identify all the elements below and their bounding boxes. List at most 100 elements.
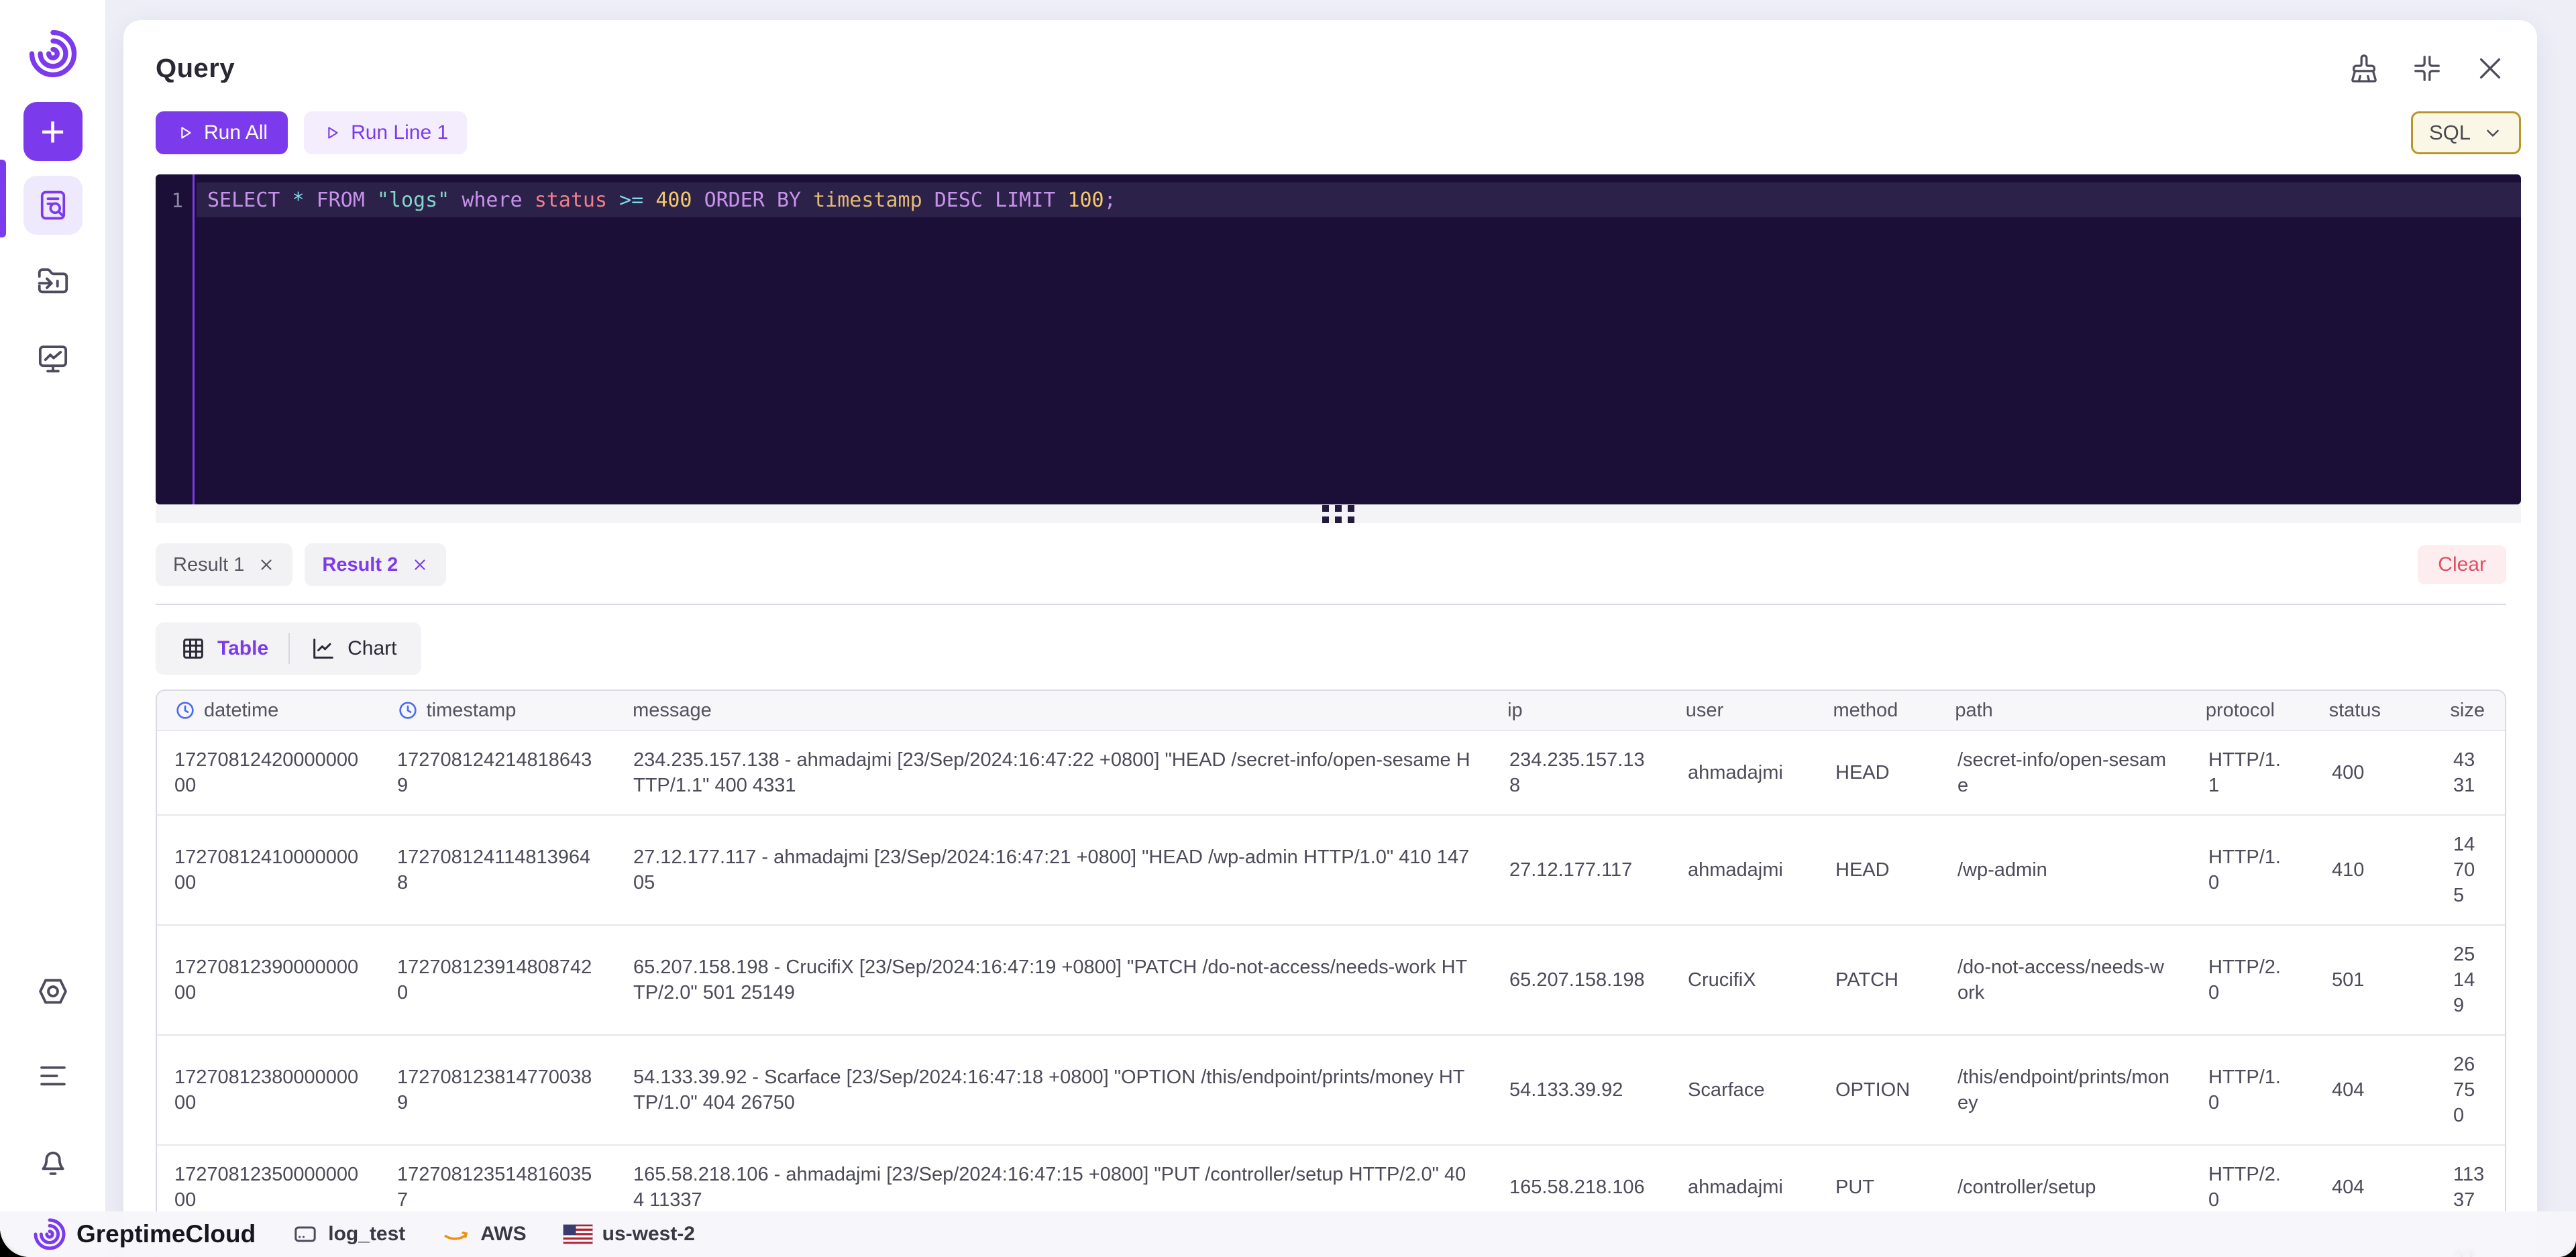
sql-code-line: SELECT * FROM "logs" where status >= 400… — [197, 182, 2521, 217]
notifications-button[interactable] — [23, 1131, 83, 1190]
cell-timestamp: 1727081238147700389 — [397, 1067, 592, 1113]
column-header-timestamp[interactable]: timestamp — [378, 691, 613, 730]
cell-user: CrucifiX — [1688, 969, 1756, 991]
service-selector[interactable]: log_test — [292, 1221, 405, 1248]
table-row: 1727081241000000000 1727081241148139648 27… — [157, 814, 2505, 924]
sidebar-item-dashboard[interactable] — [23, 329, 83, 388]
sidebar: + — [0, 0, 105, 1257]
play-icon — [328, 127, 338, 139]
run-all-button[interactable]: Run All — [156, 111, 288, 154]
close-icon — [2479, 58, 2501, 79]
folder-input-icon — [38, 268, 68, 294]
cell-protocol: HTTP/1.1 — [2208, 749, 2281, 796]
column-header-protocol[interactable]: protocol — [2186, 691, 2309, 730]
cell-size: 25149 — [2453, 944, 2475, 1016]
cell-method: HEAD — [1835, 859, 1890, 881]
column-label: path — [1955, 699, 1993, 721]
cell-status: 410 — [2332, 859, 2365, 881]
bell-icon — [41, 1151, 64, 1175]
status-bar: GreptimeCloud log_test AWS us-west-2 — [0, 1211, 2576, 1257]
cell-ip: 65.207.158.198 — [1509, 969, 1645, 991]
cell-method: HEAD — [1835, 762, 1890, 783]
cell-method: PATCH — [1835, 969, 1898, 991]
cell-ip: 27.12.177.117 — [1509, 859, 1633, 881]
cell-message: 27.12.177.117 - ahmadajmi [23/Sep/2024:1… — [633, 846, 1470, 893]
greptime-logo[interactable] — [25, 25, 81, 82]
result-tab-1[interactable]: Result 1 — [156, 543, 293, 586]
list-icon — [40, 1066, 66, 1086]
section-divider — [156, 604, 2506, 605]
column-label: protocol — [2205, 699, 2275, 721]
column-header-path[interactable]: path — [1936, 691, 2186, 730]
clear-editor-button[interactable] — [2348, 52, 2380, 85]
service-name: log_test — [328, 1223, 406, 1245]
sidebar-item-query[interactable] — [23, 176, 83, 235]
column-label: status — [2328, 699, 2381, 721]
column-label: size — [2450, 699, 2485, 721]
cell-timestamp: 1727081239148087420 — [397, 957, 592, 1003]
active-nav-indicator — [0, 160, 6, 237]
column-header-method[interactable]: method — [1813, 691, 1937, 730]
result-tab-2[interactable]: Result 2 — [305, 543, 447, 586]
database-service-icon — [294, 1226, 316, 1242]
logs-menu-button[interactable] — [23, 1046, 83, 1105]
region-name: us-west-2 — [602, 1223, 695, 1245]
settings-gear-icon — [38, 979, 67, 1004]
cell-ip: 165.58.218.106 — [1509, 1177, 1645, 1198]
column-header-status[interactable]: status — [2309, 691, 2430, 730]
result-tabs: Result 1 Result 2 Clear — [156, 543, 2521, 586]
cell-timestamp: 1727081241148139648 — [397, 846, 591, 893]
column-header-user[interactable]: user — [1666, 691, 1813, 730]
page-title: Query — [156, 53, 235, 83]
chart-view-label: Chart — [347, 637, 397, 659]
column-header-message[interactable]: message — [612, 691, 1491, 730]
editor-resize-handle[interactable] — [156, 504, 2521, 523]
language-value: SQL — [2428, 121, 2471, 144]
greptime-spiral-icon — [34, 1218, 66, 1250]
sql-editor[interactable]: 1 SELECT * FROM "logs" where status >= 4… — [156, 174, 2521, 504]
cell-protocol: HTTP/2.0 — [2208, 957, 2281, 1003]
settings-button[interactable] — [23, 962, 83, 1021]
close-result-1-button[interactable] — [258, 556, 275, 573]
run-all-label: Run All — [204, 121, 268, 144]
cell-message: 65.207.158.198 - CrucifiX [23/Sep/2024:1… — [633, 957, 1468, 1003]
table-grid-icon — [183, 639, 203, 659]
close-panel-button[interactable] — [2474, 52, 2506, 85]
play-icon — [181, 127, 191, 139]
cell-message: 234.235.157.138 - ahmadajmi [23/Sep/2024… — [633, 749, 1470, 796]
column-header-datetime[interactable]: datetime — [157, 691, 378, 730]
tab-table-view[interactable]: Table — [160, 635, 288, 662]
cloud-provider: AWS — [441, 1219, 527, 1249]
cell-size: 26750 — [2453, 1054, 2475, 1126]
close-result-2-button[interactable] — [411, 556, 429, 573]
clock-icon — [176, 702, 194, 719]
cell-path: /wp-admin — [1957, 859, 2047, 881]
cell-ip: 234.235.157.138 — [1509, 749, 1645, 796]
cell-datetime: 1727081238000000000 — [174, 1067, 359, 1113]
cell-user: ahmadajmi — [1688, 1177, 1783, 1198]
column-header-size[interactable]: size — [2430, 691, 2505, 730]
cell-user: ahmadajmi — [1688, 859, 1783, 881]
plus-icon: + — [40, 107, 66, 156]
clock-icon — [398, 702, 417, 719]
sidebar-item-ingest[interactable] — [23, 252, 83, 311]
column-label: datetime — [204, 699, 279, 721]
query-panel: Query Run All Run Line 1 SQL 1 SELECT * … — [123, 20, 2537, 1257]
cell-path: /secret-info/open-sesame — [1957, 749, 2167, 796]
cell-method: OPTION — [1835, 1079, 1911, 1101]
cell-method: PUT — [1835, 1177, 1874, 1198]
run-line-button[interactable]: Run Line 1 — [304, 111, 468, 154]
cell-datetime: 1727081242000000000 — [174, 749, 359, 796]
collapse-panel-button[interactable] — [2411, 52, 2443, 85]
brand: GreptimeCloud — [31, 1215, 256, 1253]
column-header-ip[interactable]: ip — [1491, 691, 1666, 730]
new-query-button[interactable]: + — [23, 102, 83, 161]
clear-results-button[interactable]: Clear — [2418, 545, 2506, 584]
collapse-icon — [2414, 56, 2440, 81]
tab-chart-view[interactable]: Chart — [290, 635, 417, 662]
document-search-icon — [40, 190, 65, 220]
cell-datetime: 1727081239000000000 — [174, 957, 359, 1003]
panel-header: Query — [156, 52, 2521, 85]
language-select[interactable]: SQL — [2410, 111, 2521, 154]
table-view-label: Table — [217, 637, 269, 659]
